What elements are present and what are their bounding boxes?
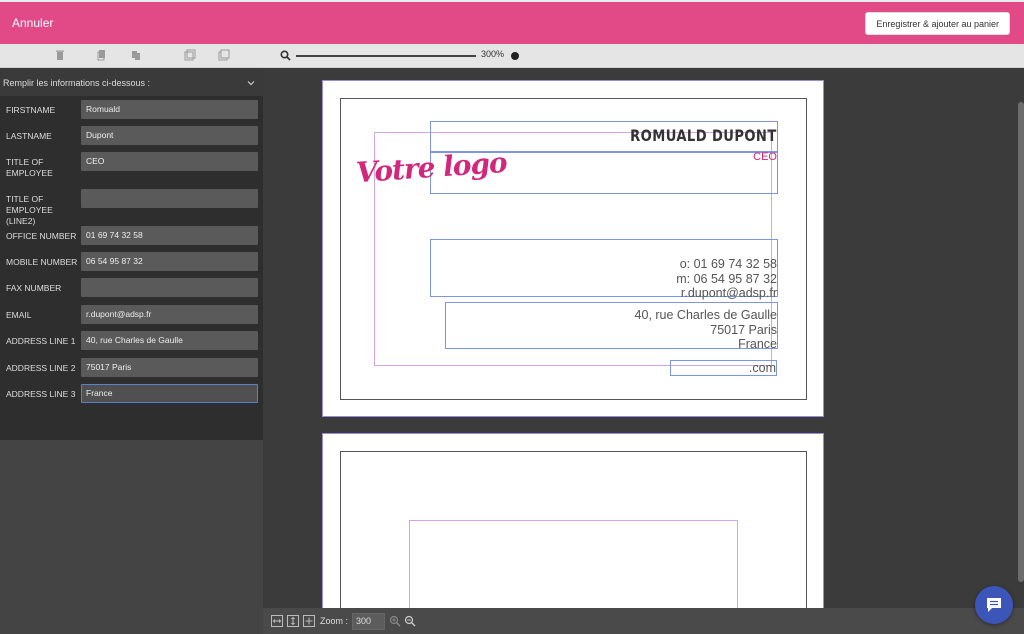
phone-frame[interactable]: o: 01 69 74 32 58 m: 06 54 95 87 32 r.du… [430,239,778,300]
panel-header[interactable]: Remplir les informations ci-dessous : [0,69,263,96]
card-email: r.dupont@adsp.fr [680,286,777,300]
address-frame[interactable]: 40, rue Charles de Gaulle 75017 Paris Fr… [445,302,778,351]
zoom-label: Zoom : [320,616,349,626]
address-line3-input[interactable]: France [81,384,258,403]
card-website: .com [748,361,776,375]
field-label: LASTNAME [6,131,52,141]
editor-toolbar: 300% [0,44,1024,68]
lastname-input[interactable]: Dupont [81,126,258,145]
panel-title: Remplir les informations ci-dessous : [3,77,151,88]
save-and-add-to-cart-button[interactable]: Enregistrer & ajouter au panier [865,12,1010,35]
field-label: OFFICE NUMBER [6,231,77,241]
card-office: o: 01 69 74 32 58 [679,257,777,271]
card-address2: 75017 Paris [710,322,777,337]
chevron-down-icon[interactable] [247,80,255,86]
field-label: ADDRESS LINE 3 [6,389,76,399]
chat-button[interactable] [975,586,1013,624]
bring-forward-icon[interactable] [184,49,196,61]
field-label: FIRSTNAME [6,105,56,115]
title-input[interactable]: CEO [81,152,258,171]
form-panel: Remplir les informations ci-dessous : FI… [0,69,263,634]
title-line2-input[interactable] [81,189,258,208]
vertical-scrollbar[interactable] [1018,102,1024,582]
card-back[interactable] [322,433,824,608]
form-container: Remplir les informations ci-dessous : FI… [0,69,263,440]
copy-icon[interactable] [96,49,108,61]
mobile-number-input[interactable]: 06 54 95 87 32 [81,252,258,271]
top-header: Annuler Enregistrer & ajouter au panier [0,0,1024,44]
chat-icon [987,598,1001,612]
card-address3: France [738,337,777,351]
zoom-percent: 300% [481,49,505,59]
zoom-out-icon[interactable] [404,615,416,627]
website-frame[interactable]: .com [670,360,777,376]
bleed-guide [409,520,738,608]
field-label: EMAIL [6,310,32,320]
send-backward-icon[interactable] [218,49,230,61]
fit-width-icon[interactable] [271,615,283,627]
field-label: TITLE OF EMPLOYEE (line2) [6,194,53,226]
field-label: FAX NUMBER [6,283,62,293]
cancel-button[interactable]: Annuler [12,16,53,30]
field-label: ADDRESS LINE 1 [6,336,76,346]
trash-icon[interactable] [54,49,66,61]
search-icon [280,50,291,61]
zoom-in-icon[interactable] [389,615,401,627]
zoom-handle[interactable] [511,52,519,60]
field-label: MOBILE NUMBER [6,257,78,267]
fit-page-icon[interactable] [303,615,315,627]
firstname-input[interactable]: Romuald [81,100,258,119]
card-name: ROMUALD DUPONT [630,126,777,145]
paste-icon[interactable] [130,49,142,61]
card-address1: 40, rue Charles de Gaulle [634,308,777,322]
bottom-bar: Zoom : 300 [263,608,1024,634]
design-canvas[interactable]: ROMUALD DUPONT CEO Votre logo o: 01 69 7… [263,69,1024,608]
field-label: TITLE OF EMPLOYEE [6,157,53,178]
fax-number-input[interactable] [81,278,258,297]
address-line2-input[interactable]: 75017 Paris [81,358,258,377]
card-front[interactable]: ROMUALD DUPONT CEO Votre logo o: 01 69 7… [322,80,824,417]
card-mobile: m: 06 54 95 87 32 [676,271,777,286]
fit-height-icon[interactable] [287,615,299,627]
zoom-track[interactable] [296,55,476,57]
card-title: CEO [753,151,777,163]
email-input[interactable]: r.dupont@adsp.fr [81,305,258,324]
zoom-input[interactable]: 300 [352,613,385,630]
address-line1-input[interactable]: 40, rue Charles de Gaulle [81,331,258,350]
office-number-input[interactable]: 01 69 74 32 58 [81,226,258,245]
field-label: ADDRESS LINE 2 [6,363,76,373]
